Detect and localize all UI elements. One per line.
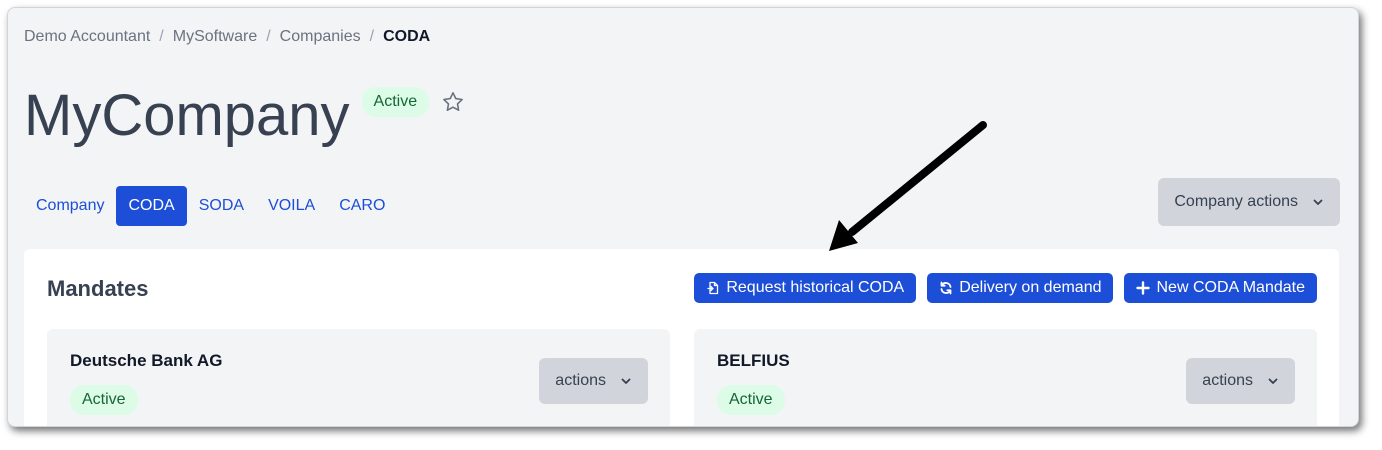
breadcrumb-item-accountant[interactable]: Demo Accountant (24, 28, 150, 46)
breadcrumb-separator: / (369, 28, 375, 45)
tab-bar: Company CODA SODA VOILA CARO (24, 186, 397, 226)
chevron-down-icon (1313, 199, 1323, 205)
mandates-panel: Mandates Request historical CODA Deliver… (24, 249, 1339, 426)
breadcrumb-separator: / (266, 28, 271, 45)
request-historical-coda-label: Request historical CODA (726, 279, 905, 296)
mandate-card-belfius: BELFIUS Active actions (694, 329, 1317, 426)
delivery-on-demand-button[interactable]: Delivery on demand (927, 273, 1114, 303)
breadcrumb-item-software[interactable]: MySoftware (173, 28, 257, 46)
mandate-actions-button[interactable]: actions (1186, 358, 1295, 404)
tab-soda[interactable]: SODA (187, 186, 256, 226)
tab-voila[interactable]: VOILA (256, 186, 327, 226)
tab-caro[interactable]: CARO (327, 186, 397, 226)
tab-company[interactable]: Company (24, 186, 116, 226)
plus-icon (1136, 281, 1151, 295)
breadcrumb: Demo Accountant / MySoftware / Companies… (24, 28, 430, 46)
mandate-toolbar: Request historical CODA Delivery on dema… (683, 273, 1317, 303)
company-actions-button[interactable]: Company actions (1158, 178, 1340, 226)
chevron-down-icon (621, 378, 631, 384)
new-coda-mandate-label: New CODA Mandate (1156, 279, 1305, 296)
tab-coda[interactable]: CODA (116, 186, 187, 226)
status-badge: Active (361, 87, 430, 117)
mandate-actions-label: actions (555, 372, 606, 389)
document-icon (707, 281, 719, 295)
new-coda-mandate-button[interactable]: New CODA Mandate (1124, 273, 1317, 303)
app-window: Demo Accountant / MySoftware / Companies… (7, 7, 1359, 427)
mandate-actions-button[interactable]: actions (539, 358, 648, 404)
request-historical-coda-button[interactable]: Request historical CODA (694, 273, 917, 303)
mandate-status-badge: Active (70, 385, 138, 415)
refresh-icon (940, 281, 952, 295)
mandate-bank-name: Deutsche Bank AG (70, 351, 223, 370)
title-row: MyCompany Active (24, 83, 465, 149)
mandate-actions-label: actions (1202, 372, 1253, 389)
mandate-card-deutsche-bank: Deutsche Bank AG Active actions (47, 329, 670, 426)
company-actions-label: Company actions (1174, 193, 1298, 210)
breadcrumb-separator: / (159, 28, 164, 45)
delivery-on-demand-label: Delivery on demand (959, 279, 1102, 296)
mandate-bank-name: BELFIUS (717, 351, 790, 370)
chevron-down-icon (1268, 378, 1278, 384)
breadcrumb-item-companies[interactable]: Companies (280, 28, 361, 46)
mandate-status-badge: Active (717, 385, 785, 415)
mandates-title: Mandates (47, 276, 149, 301)
page-title: MyCompany (24, 83, 350, 148)
star-icon[interactable] (441, 90, 465, 114)
breadcrumb-item-current: CODA (383, 28, 431, 45)
